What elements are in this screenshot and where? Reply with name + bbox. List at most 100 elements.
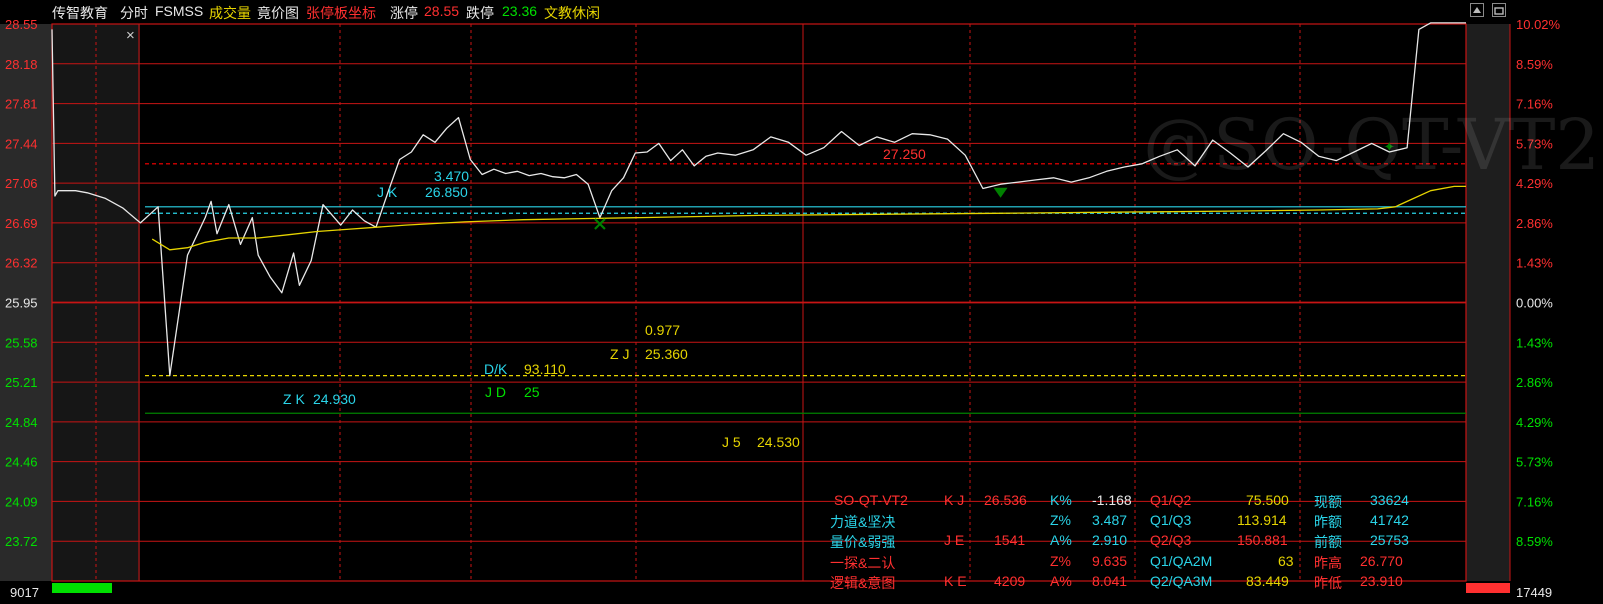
indicator-table: SO-QT-VT2 K J 26.536 K% -1.168 Q1/Q2 75.… xyxy=(830,492,1460,596)
table-cell: -1.168 xyxy=(1092,492,1132,508)
limit-down-value: 23.36 xyxy=(502,3,538,19)
y-tick-right: 5.73% xyxy=(1516,136,1553,151)
close-icon[interactable]: × xyxy=(126,27,135,44)
table-cell: 昨高 xyxy=(1314,555,1342,571)
table-cell: A% xyxy=(1050,573,1072,589)
right-gutter xyxy=(1466,24,1510,581)
table-cell: 3.487 xyxy=(1092,512,1128,528)
zj-value: 25.360 xyxy=(645,346,688,362)
limit-up-value: 28.55 xyxy=(424,3,460,19)
table-cell: 1541 xyxy=(994,532,1026,548)
y-tick-left: 24.09 xyxy=(5,494,38,509)
table-cell: 力道&坚决 xyxy=(830,514,896,530)
table-cell: 26.536 xyxy=(984,492,1027,508)
table-cell: Z% xyxy=(1050,553,1071,569)
dk-value: 93.110 xyxy=(524,361,566,377)
y-tick-left: 23.72 xyxy=(5,534,38,549)
cross-marker xyxy=(594,218,606,230)
limit-coord-label[interactable]: 张停板坐标 xyxy=(306,3,376,23)
table-cell: 量价&弱强 xyxy=(830,534,896,550)
y-tick-right: 7.16% xyxy=(1516,494,1553,509)
table-cell: 23.910 xyxy=(1360,573,1403,589)
y-tick-left: 26.69 xyxy=(5,216,38,231)
table-cell: 8.041 xyxy=(1092,573,1128,589)
y-tick-left: 25.95 xyxy=(5,296,38,311)
limit-volume-bar xyxy=(1466,583,1510,593)
y-tick-right: 5.73% xyxy=(1516,455,1553,470)
chart-header: 传智教育 分时 FSMSS 成交量 竟价图 张停板坐标 涨停 28.55 跌停 … xyxy=(0,0,1603,22)
val-0977: 0.977 xyxy=(645,322,681,338)
y-tick-right: 1.43% xyxy=(1516,335,1553,350)
volume-left-label: 9017 xyxy=(10,585,39,600)
y-tick-right: 4.29% xyxy=(1516,176,1553,191)
limit-down-label: 跌停 xyxy=(466,5,494,21)
table-cell: 现额 xyxy=(1314,494,1342,510)
sector-label[interactable]: 文教休闲 xyxy=(544,3,600,23)
dk-label: D/K xyxy=(484,361,508,377)
y-tick-left: 28.18 xyxy=(5,57,38,72)
jk-value: 26.850 xyxy=(425,184,468,200)
table-cell: 4209 xyxy=(994,573,1026,589)
zj-label: Z J xyxy=(610,346,630,362)
table-cell: 昨额 xyxy=(1314,514,1342,530)
table-cell: 26.770 xyxy=(1360,553,1403,569)
zk-label: Z K xyxy=(283,391,305,407)
volume-right-label: 17449 xyxy=(1516,585,1552,600)
table-cell: K J xyxy=(944,492,965,508)
line-value: 27.250 xyxy=(883,146,926,162)
indicator-label[interactable]: FSMSS xyxy=(155,3,203,19)
table-cell: K% xyxy=(1050,492,1072,508)
y-tick-right: 7.16% xyxy=(1516,97,1553,112)
y-tick-left: 27.06 xyxy=(5,176,38,191)
restore-icon[interactable] xyxy=(1492,3,1506,17)
j5-value: 24.530 xyxy=(757,434,800,450)
table-cell: 33624 xyxy=(1370,492,1409,508)
maximize-icon[interactable] xyxy=(1470,3,1484,17)
table-cell: 75.500 xyxy=(1246,492,1289,508)
table-cell: 41742 xyxy=(1370,512,1409,528)
y-tick-right: 2.86% xyxy=(1516,375,1553,390)
table-cell: J E xyxy=(944,532,965,548)
star-marker: ✦ xyxy=(1383,140,1395,156)
table-cell: 逻辑&意图 xyxy=(830,575,896,591)
avg-price-line xyxy=(151,185,1466,251)
table-cell: Q1/Q2 xyxy=(1150,492,1192,508)
y-tick-left: 27.81 xyxy=(5,97,38,112)
zk-value: 24.930 xyxy=(313,391,356,407)
y-tick-right: 8.59% xyxy=(1516,57,1553,72)
price-line xyxy=(51,22,1466,377)
y-tick-right: 4.29% xyxy=(1516,415,1553,430)
reference-lines xyxy=(145,163,1466,414)
table-cell: 前额 xyxy=(1314,534,1342,550)
table-cell: 63 xyxy=(1278,553,1294,569)
table-cell: Q2/QA3M xyxy=(1150,573,1213,589)
chart-series xyxy=(51,22,1466,377)
jk-label: J K xyxy=(377,184,398,200)
upper-value: 3.470 xyxy=(434,168,470,184)
auction-volume-bar xyxy=(52,583,112,593)
j5-label: J 5 xyxy=(722,434,741,450)
stock-name[interactable]: 传智教育 xyxy=(52,3,108,23)
table-cell: SO-QT-VT2 xyxy=(834,492,908,508)
y-tick-right: 0.00% xyxy=(1516,296,1553,311)
table-cell: 150.881 xyxy=(1237,532,1288,548)
table-cell: Q2/Q3 xyxy=(1150,532,1192,548)
y-tick-left: 24.84 xyxy=(5,415,38,430)
y-tick-right: 1.43% xyxy=(1516,256,1553,271)
table-cell: Z% xyxy=(1050,512,1071,528)
table-cell: Q1/QA2M xyxy=(1150,553,1213,569)
auction-label[interactable]: 竟价图 xyxy=(257,3,299,23)
volume-label[interactable]: 成交量 xyxy=(209,3,251,23)
table-cell: 昨低 xyxy=(1314,575,1342,591)
table-cell: A% xyxy=(1050,532,1072,548)
triangle-marker xyxy=(993,187,1008,198)
table-cell: 一探&二认 xyxy=(830,555,896,571)
y-tick-right: 8.59% xyxy=(1516,534,1553,549)
table-cell: 113.914 xyxy=(1237,512,1287,528)
table-cell: 25753 xyxy=(1370,532,1409,548)
jd-label: J D xyxy=(485,384,506,400)
jd-value: 25 xyxy=(524,384,540,400)
mode-label[interactable]: 分时 xyxy=(120,3,148,23)
y-tick-left: 26.32 xyxy=(5,256,38,271)
table-cell: 9.635 xyxy=(1092,553,1128,569)
